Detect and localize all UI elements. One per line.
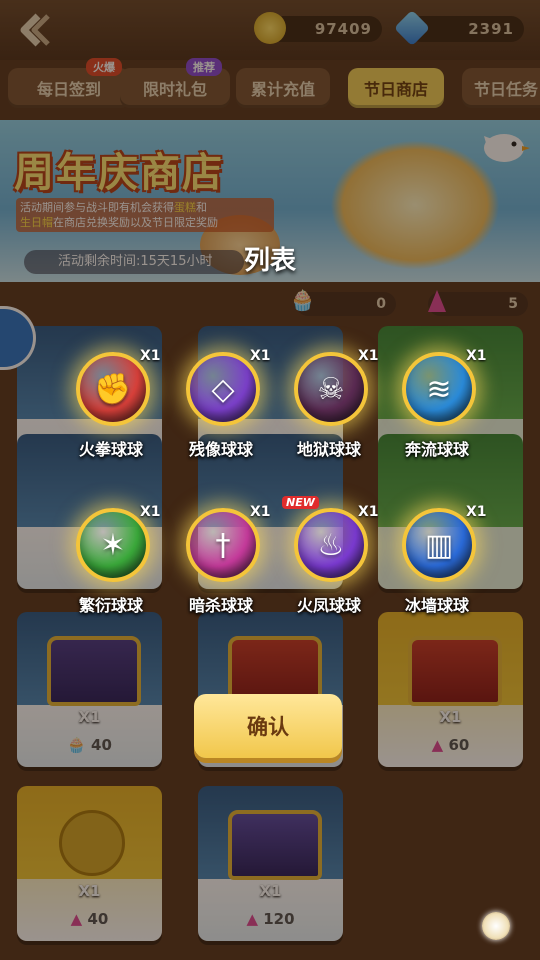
ball-name: 地狱球球 [296, 440, 361, 459]
ball-image: ▥ [402, 508, 476, 582]
ball-count: X1 [466, 348, 487, 364]
confirm-label: 确认 [247, 715, 289, 739]
ball-count: X1 [140, 504, 161, 520]
new-badge: NEW [282, 496, 319, 509]
ball-image: † [186, 508, 260, 582]
ball-name: 暗杀球球 [188, 596, 253, 615]
star-icon: ✶ [100, 527, 126, 563]
ball-count: X1 [466, 504, 487, 520]
ball-item[interactable]: ✶ X1 繁衍球球 [56, 504, 166, 628]
ball-item[interactable]: ≋ X1 奔流球球 [382, 348, 492, 472]
ball-count: X1 [250, 348, 271, 364]
ice-wall-icon: ▥ [424, 527, 454, 563]
wave-icon: ≋ [426, 371, 452, 407]
ball-item[interactable]: ☠ X1 地狱球球 [274, 348, 384, 472]
ball-count: X1 [250, 504, 271, 520]
ball-image: ☠ [294, 352, 368, 426]
ball-item[interactable]: ▥ X1 冰墙球球 [382, 504, 492, 628]
fist-icon: ✊ [94, 371, 132, 407]
ball-image: ✶ [76, 508, 150, 582]
skull-icon: ☠ [317, 371, 345, 407]
ball-image: ✊ [76, 352, 150, 426]
phoenix-icon: ♨ [317, 527, 345, 563]
ball-count: X1 [358, 504, 379, 520]
ball-image: ≋ [402, 352, 476, 426]
ball-name: 繁衍球球 [78, 596, 143, 615]
ball-image: ◇ [186, 352, 260, 426]
popup-title: 列表 [243, 246, 296, 276]
afterimage-icon: ◇ [211, 371, 235, 407]
ball-image: ♨ [294, 508, 368, 582]
ball-item[interactable]: † X1 暗杀球球 [166, 504, 276, 628]
ball-item[interactable]: ◇ X1 残像球球 [166, 348, 276, 472]
confirm-button[interactable]: 确认 [194, 694, 342, 758]
ball-name: 火拳球球 [78, 440, 143, 459]
ball-item[interactable]: ✊ X1 火拳球球 [56, 348, 166, 472]
floating-assist-button[interactable] [482, 912, 510, 940]
ball-count: X1 [358, 348, 379, 364]
popup-overlay [0, 0, 540, 960]
dagger-icon: † [215, 527, 231, 563]
ball-item[interactable]: ♨ X1 NEW 火凤球球 [274, 496, 384, 628]
ball-count: X1 [140, 348, 161, 364]
ball-name: 火凤球球 [296, 596, 361, 615]
ball-name: 冰墙球球 [404, 596, 469, 615]
ball-name: 奔流球球 [404, 440, 469, 459]
ball-name: 残像球球 [188, 440, 253, 459]
